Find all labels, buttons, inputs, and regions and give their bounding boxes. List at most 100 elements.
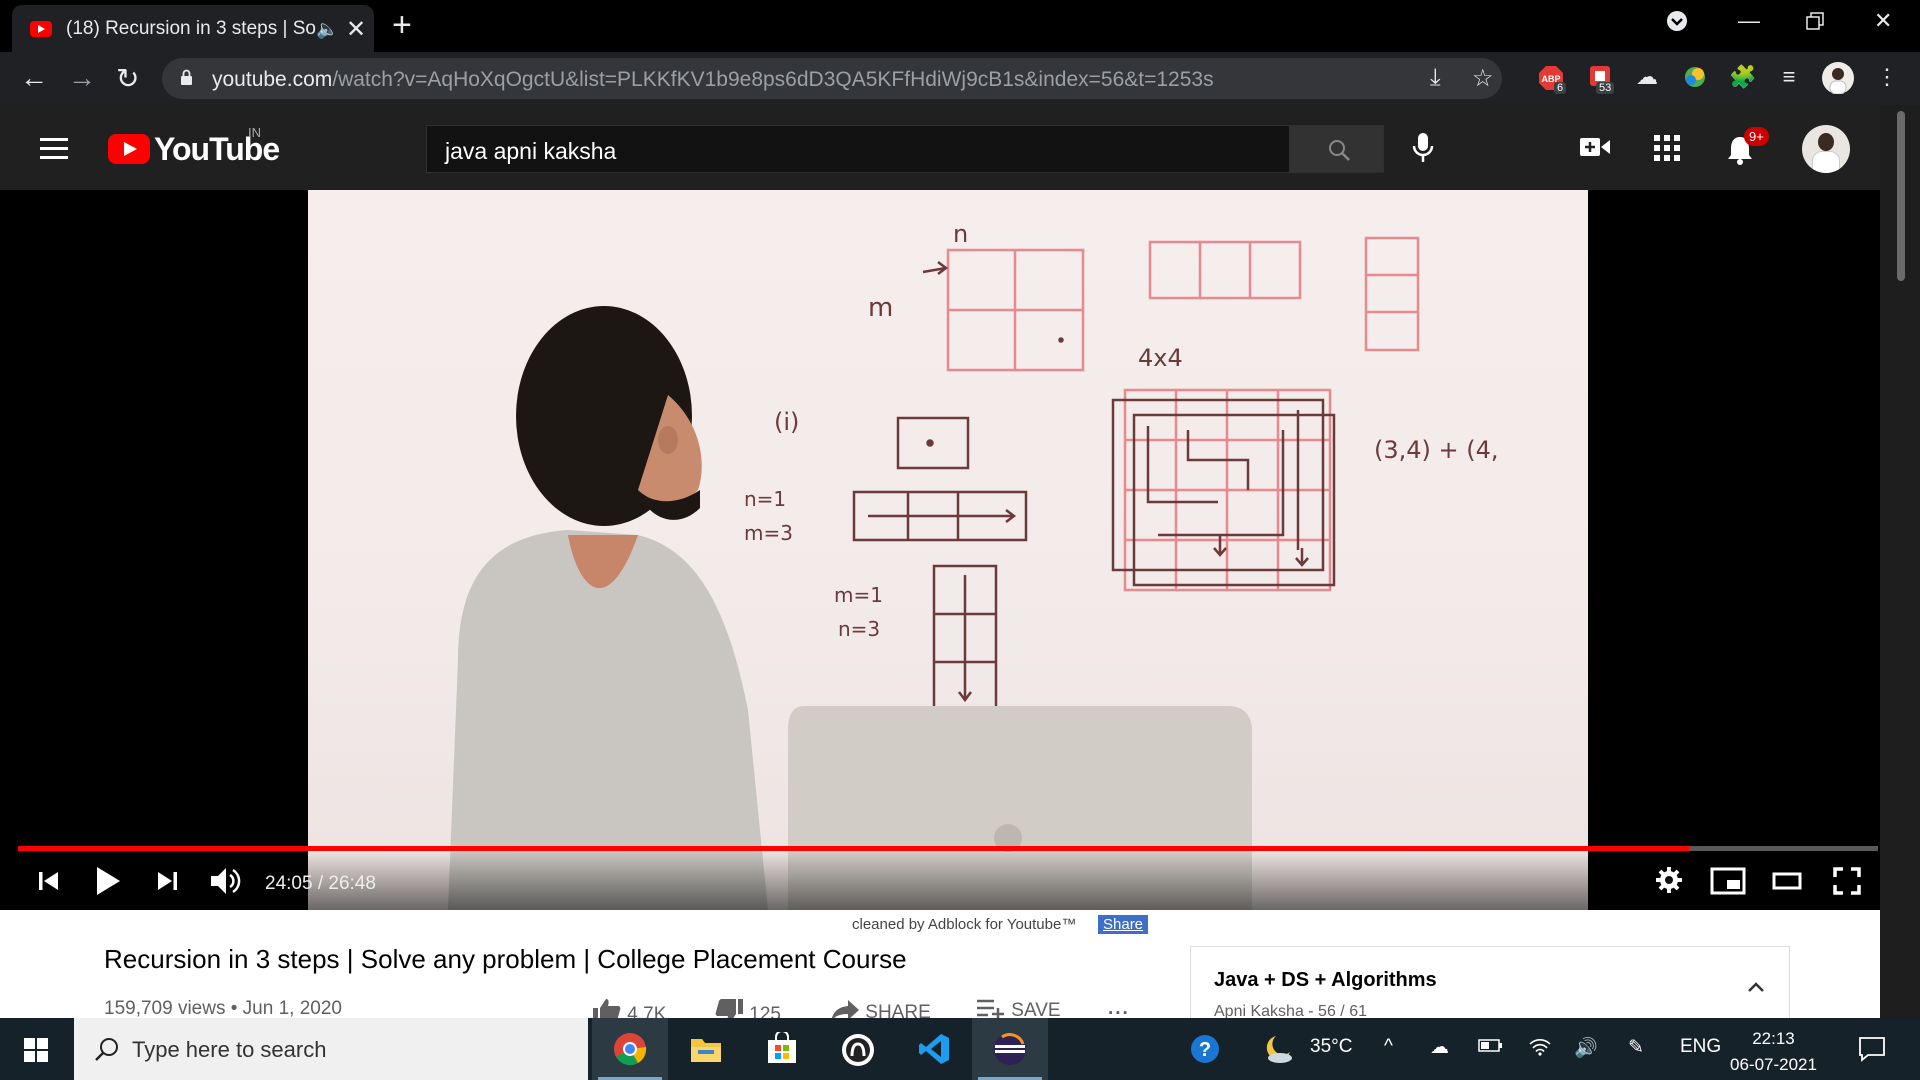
minimize-icon[interactable]: — [1738,8,1760,34]
media-queue-icon[interactable]: ≡ [1774,64,1804,94]
notes-extension-icon[interactable]: 53 [1586,64,1616,94]
board-label-n1: n=1 [744,487,786,511]
volume-icon[interactable] [210,866,242,896]
fullscreen-icon[interactable] [1833,867,1861,895]
search-icon [95,1038,118,1061]
theater-mode-icon[interactable] [1772,871,1802,891]
scrollbar-thumb[interactable] [1897,111,1905,281]
youtube-logo-icon[interactable] [108,134,150,164]
player-controls: 24:05 / 26:48 [0,851,1880,910]
country-code: IN [248,125,261,140]
taskbar-search-placeholder[interactable]: Type here to search [132,1037,326,1063]
pen-icon[interactable]: ✎ [1628,1036,1644,1059]
back-icon[interactable]: ← [20,62,48,94]
eclipse-icon [994,1033,1026,1065]
search-query[interactable]: java apni kaksha [445,138,616,165]
miniplayer-icon[interactable] [1710,867,1746,895]
more-actions-button[interactable]: ... [1108,998,1130,1020]
play-icon[interactable] [95,866,121,896]
taskbar-store[interactable] [744,1018,820,1080]
taskbar-file-explorer[interactable] [668,1018,744,1080]
help-icon[interactable]: ? [1190,1034,1220,1064]
adblock-extension-icon[interactable]: ABP 6 [1536,64,1567,94]
menu-icon[interactable] [40,138,68,165]
apps-grid-icon[interactable] [1654,135,1680,161]
store-bag-icon [768,1032,796,1063]
color-extension-icon[interactable] [1680,64,1710,94]
account-avatar[interactable] [1802,125,1850,173]
onedrive-cloud-icon[interactable]: ☁ [1430,1036,1449,1059]
browser-tab-active[interactable]: (18) Recursion in 3 steps | Sol 🔈 ✕ [12,5,374,52]
playlist-title: Java + DS + Algorithms [1214,969,1437,991]
new-tab-button[interactable]: + [392,6,412,45]
board-label-sum: (3,4) + (4, [1374,436,1499,464]
clock-date: 06-07-2021 [1730,1055,1817,1074]
notification-count-badge: 9+ [1744,127,1769,146]
reload-icon[interactable]: ↻ [116,62,139,95]
profile-avatar-icon[interactable] [1822,62,1854,95]
taskbar-search-box[interactable]: Type here to search [74,1018,588,1080]
whiteboard-drawing: n m 4x4 (i) n=1 m=3 m=1 n=3 (3,4) + (4, [448,220,1499,910]
vscode-icon [919,1034,949,1064]
close-window-icon[interactable]: ✕ [1874,8,1892,34]
folder-icon [691,1039,721,1062]
battery-icon[interactable] [1478,1036,1504,1060]
create-video-icon[interactable] [1580,135,1610,159]
notification-center-icon[interactable] [1858,1036,1886,1062]
video-details: cleaned by Adblock for Youtube™ Share Re… [0,910,1880,1026]
windows-start-icon[interactable] [24,1038,48,1062]
video-frame[interactable]: n m 4x4 (i) n=1 m=3 m=1 n=3 (3,4) + (4, [308,190,1588,910]
weather-moon-icon[interactable] [1262,1034,1294,1064]
weather-temperature[interactable]: 35°C [1310,1036,1352,1058]
install-icon[interactable]: ⤓ [1430,64,1441,92]
restore-icon[interactable] [1806,10,1824,36]
video-player[interactable]: n m 4x4 (i) n=1 m=3 m=1 n=3 (3,4) + (4, [0,190,1880,910]
settings-gear-icon[interactable] [1655,866,1683,894]
next-icon[interactable] [156,870,178,892]
board-label-m: m [868,293,893,323]
chrome-icon [614,1033,647,1066]
bookmark-star-icon[interactable]: ☆ [1472,64,1494,93]
language-indicator[interactable]: ENG [1680,1036,1721,1058]
clock-time: 22:13 [1752,1029,1795,1048]
taskbar-vscode[interactable] [896,1018,972,1080]
speaker-icon[interactable]: 🔊 [1574,1036,1598,1060]
taskbar-clock[interactable]: 22:13 06-07-2021 [1730,1026,1817,1078]
search-input[interactable]: java apni kaksha [426,125,1290,173]
search-button[interactable] [1290,125,1384,173]
time-display: 24:05 / 26:48 [265,873,376,894]
tab-title: (18) Recursion in 3 steps | Sol [66,18,316,39]
notes-count-badge: 53 [1596,82,1615,94]
url-text[interactable]: youtube.com/watch?v=AqHoXqOgctU&list=PLK… [212,68,1214,92]
mic-icon[interactable] [1412,132,1434,164]
tab-search-icon[interactable] [1666,10,1688,38]
video-title: Recursion in 3 steps | Solve any problem… [104,944,907,974]
tab-audio-icon[interactable]: 🔈 [316,19,338,40]
chevron-up-icon[interactable] [1747,981,1765,993]
taskbar-dark-app[interactable] [820,1018,896,1080]
address-bar[interactable]: youtube.com/watch?v=AqHoXqOgctU&list=PLK… [162,58,1502,99]
extensions-puzzle-icon[interactable]: 🧩 [1728,64,1758,94]
browser-toolbar: ← → ↻ youtube.com/watch?v=AqHoXqOgctU&li… [0,52,1920,105]
taskbar-chrome[interactable] [592,1018,668,1080]
forward-icon[interactable]: → [68,62,96,94]
windows-taskbar: Type here to search ? 35°C ^ ☁ 🔊 ✎ ENG 2… [0,1018,1920,1080]
playlist-panel[interactable]: Java + DS + Algorithms Apni Kaksha - 56 … [1190,946,1790,1026]
board-label-m3: m=3 [744,521,793,545]
board-label-n: n [953,220,968,248]
board-label-case: (i) [774,408,799,436]
wifi-icon[interactable] [1528,1036,1552,1062]
browser-menu-icon[interactable]: ⋮ [1872,64,1902,94]
taskbar-eclipse[interactable] [972,1018,1048,1080]
adblock-share-link[interactable]: Share [1098,915,1149,934]
youtube-header: YouTube IN java apni kaksha 9+ [0,105,1880,190]
board-label-size: 4x4 [1138,344,1183,372]
tray-chevron-up-icon[interactable]: ^ [1384,1036,1393,1058]
lock-icon[interactable] [180,69,193,85]
page-scrollbar[interactable] [1880,105,1920,1018]
tab-close-icon[interactable]: ✕ [346,15,366,44]
previous-icon[interactable] [38,870,60,892]
svg-text:?: ? [1199,1039,1211,1061]
cloud-extension-icon[interactable]: ☁ [1632,64,1662,94]
board-label-n3: n=3 [838,617,880,641]
